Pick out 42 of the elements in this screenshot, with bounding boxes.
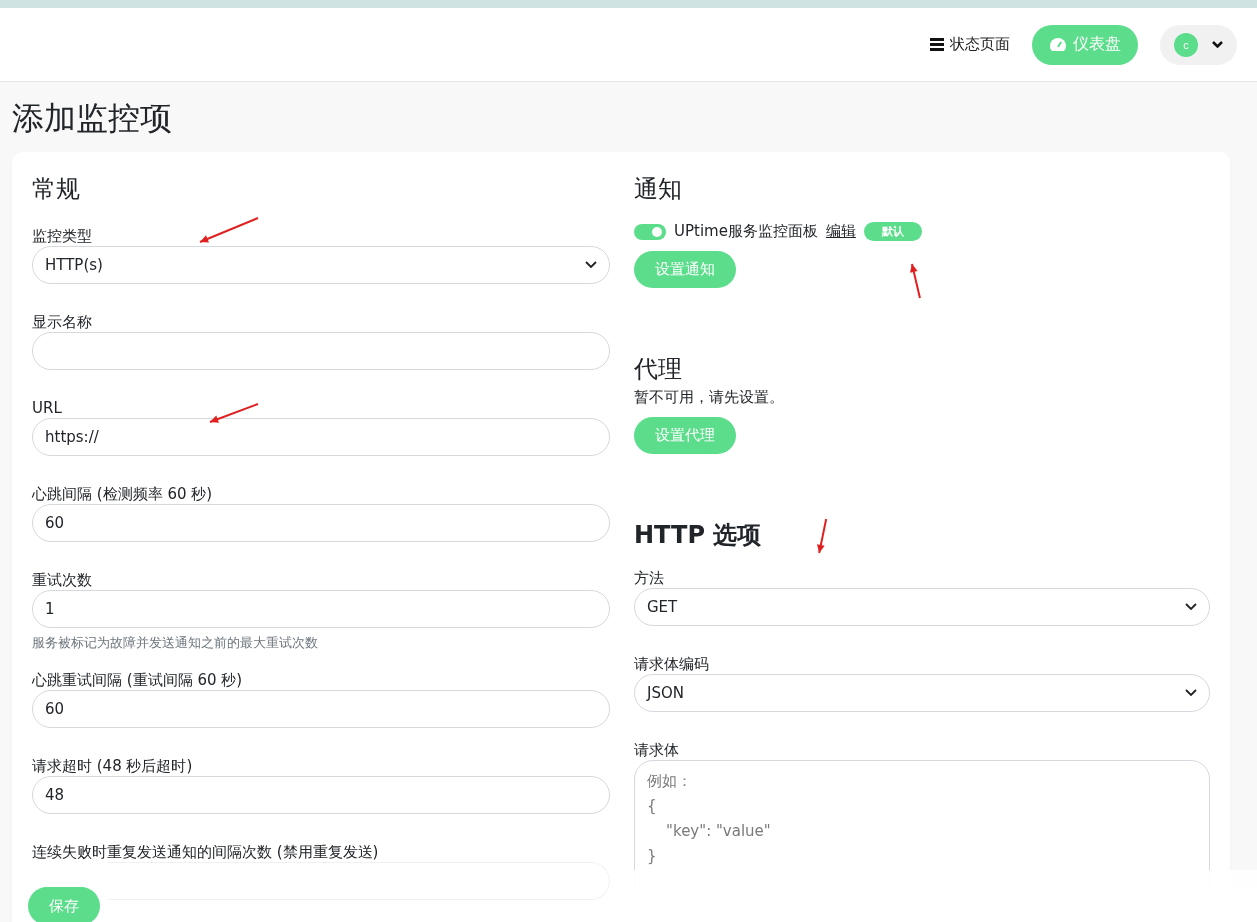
field-label: 请求体编码 (634, 654, 709, 674)
input-field[interactable]: 1 (32, 590, 610, 628)
section-heading: HTTP 选项 (634, 520, 762, 551)
annotation-arrow (816, 518, 827, 554)
default-badge: 默认 (863, 222, 922, 241)
field-label: 心跳间隔 (检测频率 60 秒) (32, 484, 213, 504)
page-title: 添加监控项 (12, 98, 173, 138)
input-field[interactable] (32, 332, 610, 370)
input-field[interactable]: 60 (32, 504, 610, 542)
edit-link[interactable]: 编辑 (825, 222, 856, 241)
annotation-arrow (199, 217, 259, 243)
select-field[interactable]: HTTP(s) (32, 246, 610, 284)
chevron-down-icon (1185, 603, 1197, 611)
status-page-link[interactable]: 状态页面 (930, 35, 1010, 54)
select-field[interactable]: GET (634, 588, 1210, 626)
field-label: 心跳重试间隔 (重试间隔 60 秒) (32, 670, 243, 690)
annotation-arrow (910, 263, 921, 299)
field-label: URL (32, 398, 62, 418)
field-label: 显示名称 (32, 312, 92, 332)
list-icon (930, 38, 944, 51)
field-label: 请求超时 (48 秒后超时) (32, 756, 193, 776)
toggle-switch[interactable] (634, 223, 666, 240)
field-label: 重试次数 (32, 570, 92, 590)
select-field[interactable]: JSON (634, 674, 1210, 712)
field-hint: 服务被标记为故障并发送通知之前的最大重试次数 (32, 635, 319, 652)
section-heading: 代理 (634, 354, 682, 385)
annotation-arrow (209, 403, 259, 423)
field-label: 连续失败时重复发送通知的间隔次数 (禁用重复发送) (32, 842, 379, 862)
chevron-down-icon (585, 261, 597, 269)
notification-name: UPtime服务监控面板 (674, 222, 818, 241)
field-label: 监控类型 (32, 226, 92, 246)
section-heading: 常规 (32, 174, 80, 205)
proxy-message: 暂不可用，请先设置。 (634, 388, 785, 407)
input-field[interactable]: https:// (32, 418, 610, 456)
chevron-down-icon (1212, 40, 1223, 49)
section-heading: 通知 (634, 174, 682, 205)
input-field[interactable]: 60 (32, 690, 610, 728)
input-field[interactable]: 48 (32, 776, 610, 814)
field-label: 请求体 (634, 740, 679, 760)
chevron-down-icon (1185, 689, 1197, 697)
field-label: 方法 (634, 568, 664, 588)
gauge-icon (1049, 37, 1067, 52)
